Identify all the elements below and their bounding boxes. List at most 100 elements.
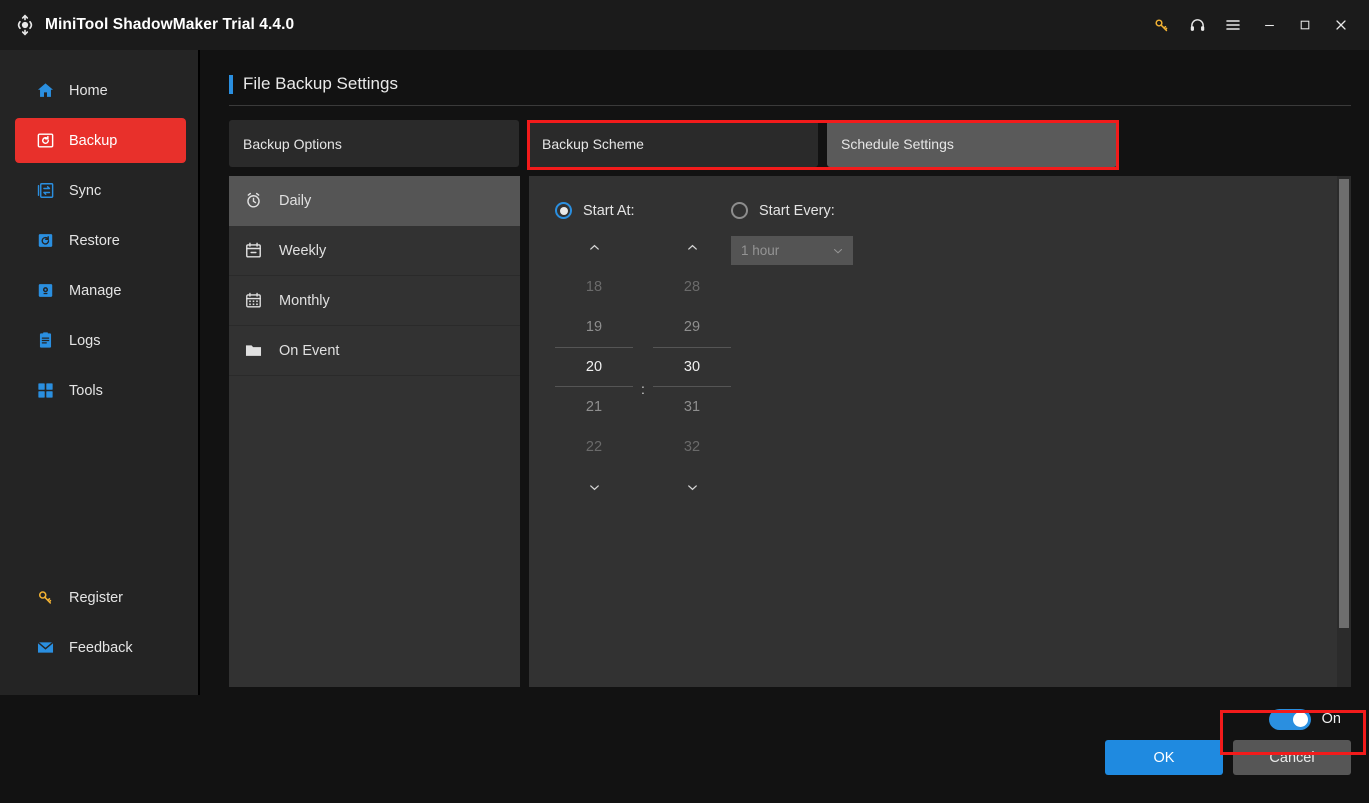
title-accent-bar [229, 74, 233, 94]
sidebar-item-logs[interactable]: Logs [15, 318, 186, 363]
sidebar-item-sync[interactable]: Sync [15, 168, 186, 213]
scrollbar-thumb[interactable] [1339, 179, 1349, 628]
manage-icon [35, 281, 55, 301]
calendar-grid-icon [243, 291, 263, 311]
folder-icon [243, 341, 263, 361]
start-at-column: Start At: 18 19 20 21 22: 28 29 30 31 3… [555, 202, 731, 507]
sidebar-item-label: Logs [69, 332, 101, 349]
mail-icon [35, 638, 55, 658]
schedule-settings-inner: Start At: 18 19 20 21 22: 28 29 30 31 3… [529, 176, 1351, 507]
sidebar-item-label: Feedback [69, 639, 133, 656]
start-at-label: Start At: [583, 202, 635, 219]
schedule-type-label: Weekly [279, 242, 327, 259]
interval-value: 1 hour [741, 243, 780, 258]
start-at-radio[interactable]: Start At: [555, 202, 731, 219]
sidebar-item-register[interactable]: Register [15, 575, 186, 620]
vertical-scrollbar[interactable] [1337, 176, 1351, 687]
minute-option[interactable]: 31 [653, 387, 731, 427]
schedule-toggle-row: On [1268, 698, 1351, 740]
sidebar-item-manage[interactable]: Manage [15, 268, 186, 313]
tab-label: Backup Options [243, 135, 342, 152]
schedule-type-monthly[interactable]: Monthly [229, 276, 520, 326]
minimize-icon[interactable] [1251, 7, 1287, 43]
page-header-row: File Backup Settings [229, 74, 1351, 105]
chevron-up-icon[interactable] [555, 227, 633, 267]
schedule-type-label: Monthly [279, 292, 330, 309]
chevron-down-icon[interactable] [555, 467, 633, 507]
sidebar-item-label: Sync [69, 182, 102, 199]
logs-icon [35, 331, 55, 351]
radio-unselected-icon [731, 202, 748, 219]
tools-icon [35, 381, 55, 401]
minute-option[interactable]: 32 [653, 427, 731, 467]
sidebar-item-label: Tools [69, 382, 103, 399]
maximize-icon[interactable] [1287, 7, 1323, 43]
schedule-type-label: Daily [279, 192, 312, 209]
start-every-column: Start Every: 1 hour [731, 202, 1031, 507]
hour-option[interactable]: 19 [555, 307, 633, 347]
dialog-footer: On OK Cancel [0, 695, 1369, 803]
schedule-type-label: On Event [279, 342, 340, 359]
title-bar: MiniTool ShadowMaker Trial 4.4.0 [0, 0, 1369, 50]
schedule-type-on-event[interactable]: On Event [229, 326, 520, 376]
interval-dropdown[interactable]: 1 hour [731, 236, 853, 265]
settings-panes: Daily Weekly Monthly On Event Start At: … [229, 176, 1351, 695]
sidebar-item-backup[interactable]: Backup [15, 118, 186, 163]
footer-buttons: OK Cancel [1105, 740, 1351, 775]
radio-selected-icon [555, 202, 572, 219]
schedule-type-daily[interactable]: Daily [229, 176, 520, 226]
sidebar-item-label: Home [69, 82, 108, 99]
sidebar-item-feedback[interactable]: Feedback [15, 625, 186, 670]
sidebar-item-restore[interactable]: Restore [15, 218, 186, 263]
schedule-settings-panel: Start At: 18 19 20 21 22: 28 29 30 31 3… [529, 176, 1351, 687]
hour-selected[interactable]: 20 [555, 347, 633, 387]
close-icon[interactable] [1323, 7, 1359, 43]
tab-schedule-settings[interactable]: Schedule Settings [827, 120, 1117, 167]
sync-icon [35, 181, 55, 201]
page-header: File Backup Settings [229, 50, 1351, 106]
application-window: MiniTool ShadowMaker Trial 4.4.0 Home Ba… [0, 0, 1369, 803]
main-content: File Backup Settings Backup Options Back… [200, 50, 1369, 695]
ok-button[interactable]: OK [1105, 740, 1223, 775]
tab-backup-scheme[interactable]: Backup Scheme [528, 120, 818, 167]
backup-icon [35, 131, 55, 151]
headset-icon[interactable] [1179, 7, 1215, 43]
minute-option[interactable]: 29 [653, 307, 731, 347]
schedule-toggle[interactable] [1268, 708, 1311, 730]
chevron-down-icon[interactable] [653, 467, 731, 507]
settings-tabs: Backup Options Backup Scheme Schedule Se… [229, 120, 1351, 167]
tab-label: Backup Scheme [542, 135, 644, 152]
sidebar-item-label: Restore [69, 232, 120, 249]
sidebar-item-label: Manage [69, 282, 122, 299]
hour-option[interactable]: 21 [555, 387, 633, 427]
tab-backup-options[interactable]: Backup Options [229, 120, 519, 167]
hour-option[interactable]: 18 [555, 267, 633, 307]
key-icon[interactable] [1143, 7, 1179, 43]
minute-option[interactable]: 28 [653, 267, 731, 307]
start-every-radio[interactable]: Start Every: [731, 202, 1031, 219]
calendar-icon [243, 241, 263, 261]
sidebar-item-tools[interactable]: Tools [15, 368, 186, 413]
hour-spinner: 18 19 20 21 22 [555, 227, 633, 507]
minute-selected[interactable]: 30 [653, 347, 731, 387]
header-divider [229, 105, 1351, 106]
home-icon [35, 81, 55, 101]
schedule-mode-row: Start At: 18 19 20 21 22: 28 29 30 31 3… [555, 202, 1351, 507]
alarm-clock-icon [243, 191, 263, 211]
sidebar-item-home[interactable]: Home [15, 68, 186, 113]
start-every-label: Start Every: [759, 202, 835, 219]
sidebar-item-label: Backup [69, 132, 118, 149]
restore-icon [35, 231, 55, 251]
time-separator: : [641, 381, 645, 397]
time-spinner: 18 19 20 21 22: 28 29 30 31 32 [555, 227, 731, 507]
menu-icon[interactable] [1215, 7, 1251, 43]
sidebar-item-label: Register [69, 589, 123, 606]
minute-spinner: 28 29 30 31 32 [653, 227, 731, 507]
cancel-button[interactable]: Cancel [1233, 740, 1351, 775]
chevron-up-icon[interactable] [653, 227, 731, 267]
sidebar-bottom-group: Register Feedback [0, 575, 198, 695]
key-icon [35, 588, 55, 608]
hour-option[interactable]: 22 [555, 427, 633, 467]
sidebar: Home Backup Sync Restore Manage Logs Too… [0, 50, 200, 695]
schedule-type-weekly[interactable]: Weekly [229, 226, 520, 276]
